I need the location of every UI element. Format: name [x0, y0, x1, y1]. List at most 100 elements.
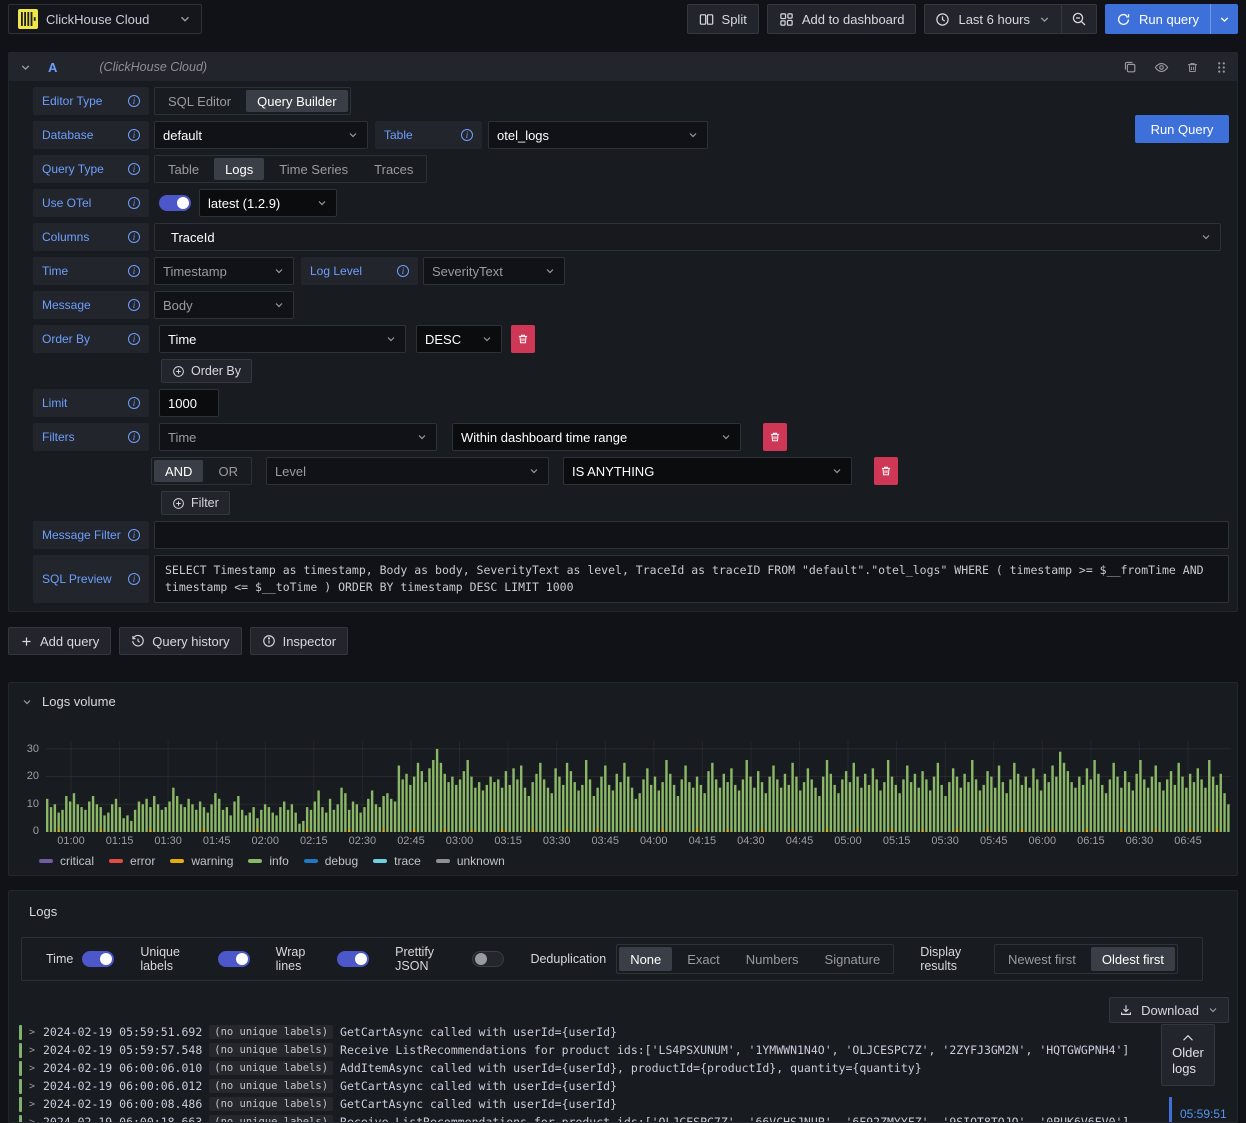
info-icon[interactable]: i [128, 573, 140, 585]
option-query-builder[interactable]: Query Builder [246, 90, 348, 112]
run-query-label: Run query [1139, 11, 1199, 27]
add-query-button[interactable]: Add query [8, 627, 112, 655]
option-oldest-first[interactable]: Oldest first [1090, 947, 1175, 971]
run-query-options-button[interactable] [1210, 4, 1238, 34]
older-logs-button[interactable]: Older logs [1161, 1024, 1215, 1086]
filter-operator-select[interactable]: Within dashboard time range [452, 423, 741, 451]
expand-row-chevron-icon[interactable]: > [29, 1099, 36, 1110]
log-row[interactable]: >2024-02-19 06:00:06.010 (no unique label… [19, 1059, 1153, 1077]
log-row[interactable]: >2024-02-19 06:00:06.012 (no unique label… [19, 1077, 1153, 1095]
order-by-field-select[interactable]: Time [159, 325, 406, 353]
log-row[interactable]: >2024-02-19 05:59:51.692 (no unique label… [19, 1023, 1153, 1041]
option-newest-first[interactable]: Newest first [995, 945, 1089, 973]
use-otel-toggle[interactable] [159, 195, 191, 211]
expand-row-chevron-icon[interactable]: > [29, 1063, 36, 1074]
log-row[interactable]: >2024-02-19 05:59:57.548 (no unique label… [19, 1041, 1153, 1059]
option-and[interactable]: AND [154, 460, 204, 482]
info-icon[interactable]: i [128, 529, 140, 541]
query-history-button[interactable]: Query history [119, 627, 242, 655]
datasource-picker[interactable]: ClickHouse Cloud [8, 4, 202, 34]
info-icon[interactable]: i [128, 231, 140, 243]
time-toggle[interactable] [82, 951, 115, 967]
scroll-position-indicator[interactable] [1169, 1097, 1172, 1122]
remove-condition-button[interactable] [873, 457, 898, 485]
option-or[interactable]: OR [205, 458, 251, 484]
legend-label: debug [324, 854, 359, 868]
remove-filter-button[interactable] [763, 423, 787, 451]
wrap-lines-toggle[interactable] [337, 951, 370, 967]
logs-volume-header[interactable]: Logs volume [21, 694, 116, 709]
inspector-button[interactable]: Inspector [249, 627, 349, 655]
expand-row-chevron-icon[interactable]: > [29, 1027, 36, 1038]
columns-multiselect[interactable]: TraceId [154, 223, 1221, 251]
zoom-out-time-button[interactable] [1061, 5, 1096, 33]
clock-icon [935, 12, 950, 27]
split-button[interactable]: Split [686, 4, 759, 34]
info-icon[interactable]: i [128, 129, 140, 141]
filter-field-select[interactable]: Time [159, 423, 437, 451]
filter-condition-field-select[interactable]: Level [265, 457, 549, 485]
hide-response-eye-icon[interactable] [1154, 60, 1169, 75]
download-button[interactable]: Download [1109, 997, 1229, 1023]
option-none[interactable]: None [619, 947, 673, 971]
option-sql-editor[interactable]: SQL Editor [155, 88, 244, 114]
info-icon[interactable]: i [128, 197, 140, 209]
duplicate-query-icon[interactable] [1123, 60, 1137, 74]
add-to-dashboard-button[interactable]: Add to dashboard [766, 4, 917, 34]
logs-volume-chart[interactable] [46, 741, 1231, 833]
legend-item-error[interactable]: error [109, 854, 155, 868]
expand-row-chevron-icon[interactable]: > [29, 1081, 36, 1092]
limit-input[interactable]: 1000 [159, 389, 219, 417]
info-icon[interactable]: i [128, 163, 140, 175]
time-column-select[interactable]: Timestamp [154, 257, 294, 285]
legend-item-warning[interactable]: warning [170, 854, 233, 868]
option-signature[interactable]: Signature [812, 945, 894, 973]
option-logs[interactable]: Logs [214, 158, 265, 180]
legend-item-trace[interactable]: trace [373, 854, 421, 868]
log-row[interactable]: >2024-02-19 06:00:18.663 (no unique label… [19, 1113, 1153, 1123]
info-icon[interactable]: i [128, 333, 140, 345]
info-icon[interactable]: i [128, 95, 140, 107]
database-select[interactable]: default [154, 121, 368, 149]
run-query-button[interactable]: Run query [1105, 4, 1210, 34]
legend-item-critical[interactable]: critical [39, 854, 94, 868]
info-icon[interactable]: i [128, 265, 140, 277]
collapse-chevron-icon[interactable] [19, 61, 32, 74]
x-axis-tick: 02:45 [397, 835, 425, 847]
remove-query-trash-icon[interactable] [1186, 61, 1199, 74]
option-time-series[interactable]: Time Series [266, 156, 361, 182]
remove-order-by-button[interactable] [511, 325, 535, 353]
time-range-button[interactable]: Last 6 hours [925, 5, 1061, 33]
unique-labels-toggle[interactable] [217, 951, 250, 967]
add-order-by-button[interactable]: Order By [161, 359, 253, 383]
y-axis-tick: 30 [26, 743, 39, 755]
expand-row-chevron-icon[interactable]: > [29, 1045, 36, 1056]
otel-version-select[interactable]: latest (1.2.9) [199, 189, 337, 217]
option-table[interactable]: Table [155, 156, 212, 182]
option-traces[interactable]: Traces [361, 156, 426, 182]
prettify-json-toggle[interactable] [472, 951, 505, 967]
add-filter-button[interactable]: Filter [161, 491, 230, 515]
log-level-bar [19, 1096, 22, 1112]
info-icon[interactable]: i [128, 397, 140, 409]
legend-item-info[interactable]: info [248, 854, 289, 868]
download-icon [1119, 1003, 1133, 1017]
info-icon[interactable]: i [461, 129, 473, 141]
order-by-direction-select[interactable]: DESC [416, 325, 502, 353]
builder-run-query-button[interactable]: Run Query [1135, 115, 1229, 143]
option-numbers[interactable]: Numbers [733, 945, 812, 973]
log-level-select[interactable]: SeverityText [423, 257, 565, 285]
info-icon[interactable]: i [397, 265, 409, 277]
option-exact[interactable]: Exact [674, 945, 733, 973]
legend-item-unknown[interactable]: unknown [435, 854, 505, 868]
log-row[interactable]: >2024-02-19 06:00:08.486 (no unique label… [19, 1095, 1153, 1113]
info-icon[interactable]: i [128, 299, 140, 311]
message-column-select[interactable]: Body [154, 291, 294, 319]
message-filter-input[interactable] [154, 521, 1229, 549]
filter-condition-operator-select[interactable]: IS ANYTHING [562, 457, 852, 485]
expand-row-chevron-icon[interactable]: > [29, 1117, 36, 1123]
legend-item-debug[interactable]: debug [303, 854, 359, 868]
info-icon[interactable]: i [128, 431, 140, 443]
table-select[interactable]: otel_logs [488, 121, 708, 149]
drag-handle-icon[interactable] [1216, 61, 1227, 74]
